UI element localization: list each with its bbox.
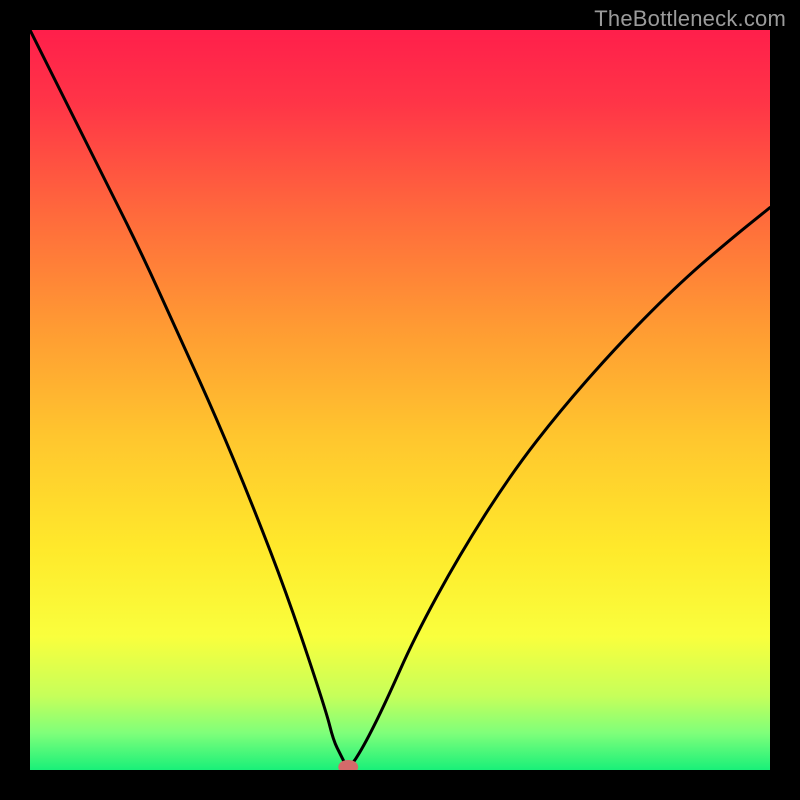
chart-svg <box>30 30 770 770</box>
plot-area <box>30 30 770 770</box>
chart-frame: TheBottleneck.com <box>0 0 800 800</box>
attribution-label: TheBottleneck.com <box>594 6 786 32</box>
gradient-background <box>30 30 770 770</box>
